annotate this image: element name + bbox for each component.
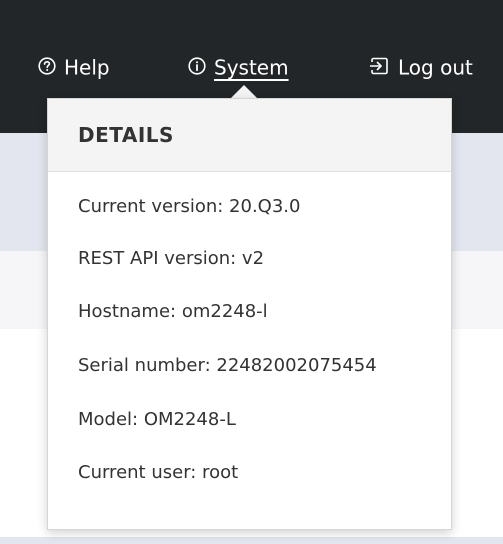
system-label: System xyxy=(214,55,289,80)
logout-link[interactable]: Log out xyxy=(369,52,473,82)
system-details-dropdown: DETAILS Current version: 20.Q3.0 REST AP… xyxy=(47,98,452,530)
logout-icon xyxy=(369,54,390,82)
current-version-item: Current version: 20.Q3.0 xyxy=(78,196,301,217)
serial-number-item: Serial number: 22482002075454 xyxy=(78,355,377,376)
help-link[interactable]: Help xyxy=(38,52,110,82)
page-background-band xyxy=(0,537,503,544)
help-label: Help xyxy=(64,55,110,80)
model-item: Model: OM2248-L xyxy=(78,409,236,430)
info-circle-icon xyxy=(188,54,206,82)
rest-api-version-item: REST API version: v2 xyxy=(78,248,265,269)
details-heading: DETAILS xyxy=(48,99,451,172)
current-user-item: Current user: root xyxy=(78,462,239,483)
system-link[interactable]: System xyxy=(188,52,289,82)
logout-label: Log out xyxy=(398,55,473,80)
question-circle-icon xyxy=(38,54,56,82)
dropdown-caret xyxy=(231,85,257,98)
hostname-item: Hostname: om2248-l xyxy=(78,301,268,322)
